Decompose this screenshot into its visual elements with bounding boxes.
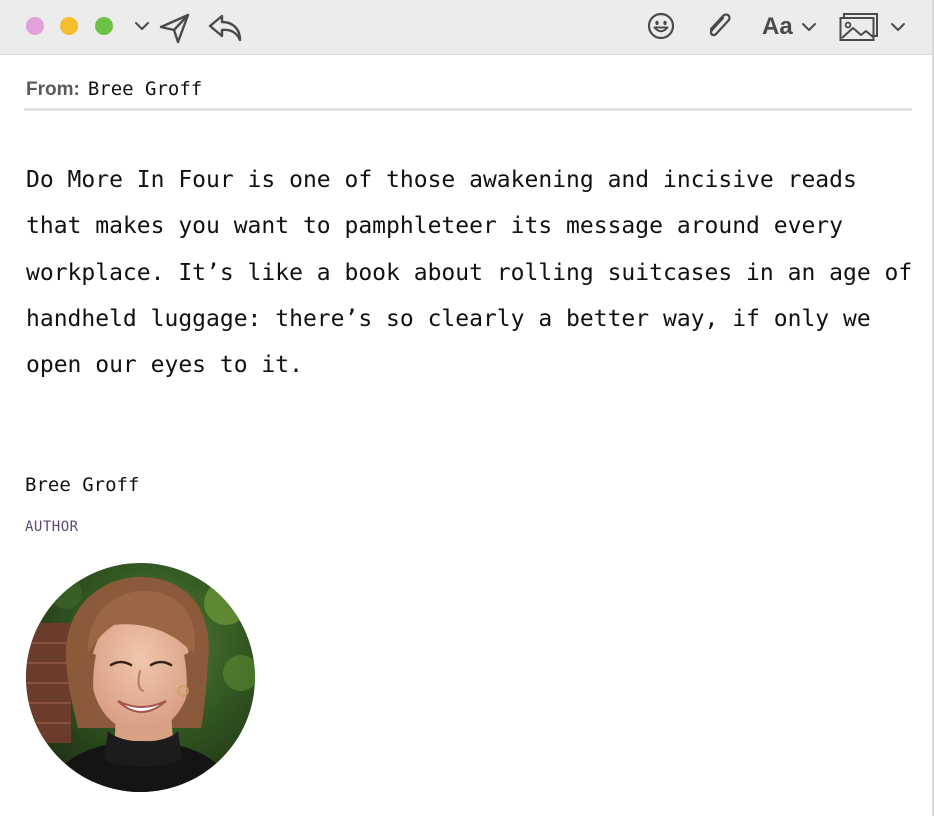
from-field[interactable]: From: Bree Groff [26,78,202,104]
emoji-icon[interactable] [646,11,676,41]
chevron-down-icon[interactable] [801,20,817,34]
photo-browser-icon[interactable] [839,12,879,42]
format-text-icon[interactable]: Aa [762,12,793,42]
author-photo [26,563,255,792]
paperclip-icon[interactable] [703,10,735,42]
signature-role: AUTHOR [25,519,79,535]
toolbar: Aa [0,0,934,55]
chevron-down-icon[interactable] [134,19,150,33]
chevron-down-icon[interactable] [890,20,906,34]
close-window-button[interactable] [26,17,44,35]
from-value[interactable]: Bree Groff [88,78,202,100]
minimize-window-button[interactable] [60,17,78,35]
message-body[interactable]: Do More In Four is one of those awakenin… [26,157,916,388]
zoom-window-button[interactable] [95,17,113,35]
reply-icon[interactable] [206,12,244,44]
from-label: From: [26,79,80,100]
header-divider [24,108,912,111]
send-icon[interactable] [157,10,193,46]
signature-name: Bree Groff [25,474,140,496]
mail-compose-window: Aa From: Bree Groff Do More In Four is o… [0,0,934,816]
